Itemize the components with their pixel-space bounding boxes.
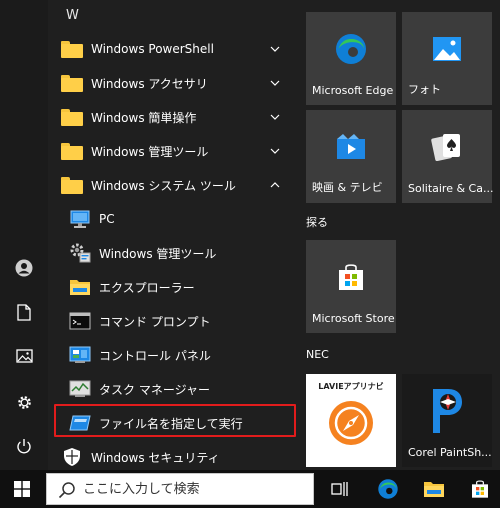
folder-icon	[60, 139, 84, 163]
start-menu: W Windows PowerShell Windows アクセサリ Windo…	[0, 0, 500, 470]
app-label: タスク マネージャー	[99, 382, 210, 397]
edge-icon	[378, 479, 398, 499]
search-input[interactable]	[83, 479, 303, 499]
pictures-button[interactable]	[8, 340, 40, 372]
section-letter[interactable]: W	[66, 8, 79, 23]
command-prompt-icon	[68, 309, 92, 333]
power-icon	[17, 439, 31, 454]
tile-microsoft-store[interactable]: Microsoft Store	[306, 240, 396, 333]
app-windows-security[interactable]: Windows セキュリティ	[48, 440, 296, 474]
app-label: Windows 管理ツール	[99, 246, 217, 261]
lavie-app-navi-icon	[328, 400, 374, 450]
chevron-down-icon	[270, 114, 280, 120]
pictures-icon	[15, 349, 33, 363]
folder-icon	[60, 173, 84, 197]
taskbar	[0, 470, 500, 508]
group-label-explore[interactable]: 探る	[306, 214, 328, 230]
power-button[interactable]	[8, 430, 40, 462]
highlight-box	[54, 404, 296, 437]
app-control-panel[interactable]: コントロール パネル	[48, 338, 296, 372]
windows-logo-icon	[14, 481, 30, 497]
settings-icon	[17, 395, 31, 409]
tile-microsoft-edge[interactable]: Microsoft Edge	[306, 12, 396, 105]
folder-windows-ease-of-access[interactable]: Windows 簡単操作	[48, 100, 296, 134]
tiles-area: Microsoft Edge フォト 映画 & テレビ Solitaire & …	[298, 0, 500, 470]
chevron-down-icon	[270, 46, 280, 52]
app-list: W Windows PowerShell Windows アクセサリ Windo…	[48, 0, 298, 470]
app-windows-admin-tools[interactable]: Windows 管理ツール	[48, 236, 296, 270]
start-rail	[0, 0, 48, 470]
chevron-up-icon	[270, 182, 280, 188]
app-label: コマンド プロンプト	[99, 314, 211, 329]
folder-icon	[60, 105, 84, 129]
tile-corel-paintshop[interactable]: Corel PaintSh...	[402, 374, 492, 467]
app-label: Windows PowerShell	[91, 42, 214, 56]
control-panel-icon	[68, 343, 92, 367]
tile-label: Solitaire & Ca...	[408, 182, 494, 195]
user-button[interactable]	[8, 252, 40, 284]
start-button[interactable]	[0, 470, 44, 508]
task-view-button[interactable]	[320, 470, 360, 508]
tile-label: Microsoft Edge	[312, 84, 394, 97]
app-label: Windows セキュリティ	[91, 450, 220, 465]
store-icon	[336, 262, 366, 296]
corel-paintshop-icon	[430, 387, 464, 439]
app-command-prompt[interactable]: コマンド プロンプト	[48, 304, 296, 338]
solitaire-icon	[430, 131, 464, 167]
task-view-icon	[331, 482, 348, 496]
app-label: Windows 管理ツール	[91, 144, 209, 159]
search-icon	[58, 482, 75, 499]
shield-icon	[60, 445, 84, 469]
app-label: Windows システム ツール	[91, 178, 236, 193]
tile-photos[interactable]: フォト	[402, 12, 492, 105]
app-task-manager[interactable]: タスク マネージャー	[48, 372, 296, 406]
taskbar-file-explorer-button[interactable]	[414, 470, 454, 508]
tile-movies-tv[interactable]: 映画 & テレビ	[306, 110, 396, 203]
chevron-down-icon	[270, 148, 280, 154]
folder-windows-accessories[interactable]: Windows アクセサリ	[48, 66, 296, 100]
edge-icon	[334, 32, 368, 70]
file-explorer-icon	[68, 275, 92, 299]
app-label: コントロール パネル	[99, 348, 211, 363]
taskbar-search-box[interactable]	[46, 473, 314, 505]
app-label: Windows アクセサリ	[91, 76, 208, 91]
folder-icon	[60, 37, 84, 61]
group-label-nec[interactable]: NEC	[306, 348, 329, 361]
taskbar-store-button[interactable]	[460, 470, 500, 508]
document-icon	[17, 303, 31, 321]
taskbar-edge-button[interactable]	[368, 470, 408, 508]
photos-icon	[432, 36, 462, 66]
admin-tools-icon	[68, 241, 92, 265]
app-label: Windows 簡単操作	[91, 110, 197, 125]
store-icon	[472, 480, 488, 498]
tile-lavie-app-navi[interactable]: LAVIEアプリナビ	[306, 374, 396, 467]
documents-button[interactable]	[8, 296, 40, 328]
app-label: PC	[99, 212, 115, 226]
folder-icon	[60, 71, 84, 95]
pc-icon	[68, 207, 92, 231]
user-icon	[15, 259, 33, 277]
tile-label: 映画 & テレビ	[312, 181, 383, 194]
movies-tv-icon	[335, 133, 367, 165]
tile-label: Microsoft Store	[312, 312, 395, 325]
folder-windows-system-tools[interactable]: Windows システム ツール	[48, 168, 296, 202]
tile-label: Corel PaintSh...	[408, 446, 492, 459]
tile-solitaire[interactable]: Solitaire & Ca...	[402, 110, 494, 203]
chevron-down-icon	[270, 80, 280, 86]
app-label: エクスプローラー	[99, 280, 195, 295]
settings-button[interactable]	[8, 386, 40, 418]
folder-windows-admin-tools[interactable]: Windows 管理ツール	[48, 134, 296, 168]
file-explorer-icon	[424, 482, 444, 497]
tile-label: フォト	[408, 83, 441, 96]
app-file-explorer[interactable]: エクスプローラー	[48, 270, 296, 304]
folder-windows-powershell[interactable]: Windows PowerShell	[48, 32, 296, 66]
task-manager-icon	[68, 377, 92, 401]
app-pc[interactable]: PC	[48, 202, 296, 236]
lavie-logo-text: LAVIEアプリナビ	[318, 382, 384, 391]
